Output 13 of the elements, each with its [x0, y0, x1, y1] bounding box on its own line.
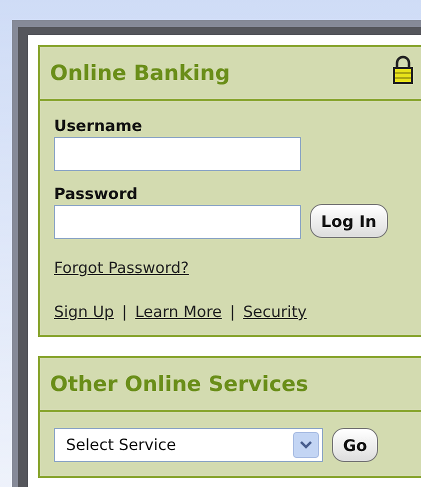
forgot-password-link[interactable]: Forgot Password? [54, 259, 189, 277]
login-button[interactable]: Log In [310, 204, 388, 238]
footer-link[interactable]: Security [243, 303, 307, 321]
service-select[interactable]: Select Service [54, 428, 323, 462]
panel-title: Online Banking [50, 61, 230, 85]
footer-link[interactable]: Sign Up [54, 303, 114, 321]
field-label: Username [54, 117, 142, 135]
go-button[interactable]: Go [332, 428, 378, 462]
field-label: Password [54, 185, 138, 203]
link-separator: | [230, 303, 236, 321]
footer-link[interactable]: Learn More [135, 303, 222, 321]
panel-title: Other Online Services [50, 372, 308, 396]
link-separator: | [122, 303, 128, 321]
